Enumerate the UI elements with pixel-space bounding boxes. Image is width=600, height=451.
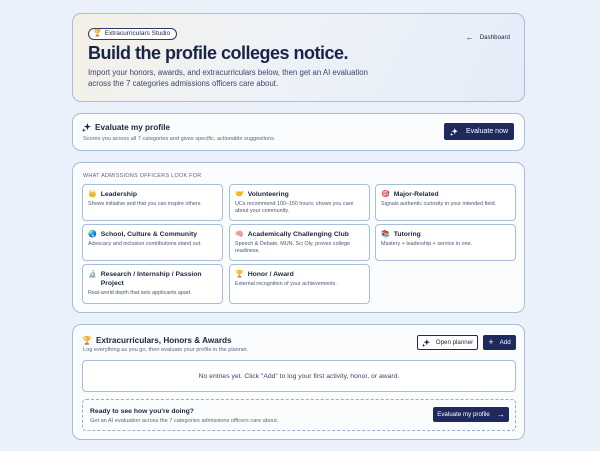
evaluate-card: Evaluate my profile Scores you across al…: [72, 113, 525, 151]
category-honor-award: 🏆 Honor / Award External recognition of y…: [229, 264, 370, 304]
category-desc: Advocacy and inclusion contributions sta…: [88, 241, 202, 247]
category-title: Honor / Award: [247, 271, 294, 278]
books-icon: 📚: [381, 231, 390, 238]
category-title: School, Culture & Community: [100, 231, 198, 238]
extracurriculars-title: 🏆 Extracurriculars, Honors & Awards: [82, 336, 232, 345]
add-label: Add: [499, 339, 511, 346]
categories-heading: WHAT ADMISSIONS OFFICERS LOOK FOR: [83, 173, 202, 179]
microscope-icon: 🔬: [88, 271, 97, 278]
category-title: Volunteering: [247, 191, 289, 198]
page-title: Build the profile colleges notice.: [88, 43, 349, 63]
evaluate-now-button[interactable]: Evaluate now: [444, 123, 514, 140]
category-desc: Mastery + leadership + service in one.: [381, 241, 473, 247]
trophy-icon: 🏆: [82, 336, 92, 345]
crown-icon: 👑: [88, 191, 97, 198]
dashboard-link[interactable]: ← Dashboard: [466, 30, 510, 44]
evaluate-my-profile-label: Evaluate my profile: [437, 411, 490, 418]
sparkle-icon: [449, 127, 458, 136]
trophy-icon: 🏆: [93, 30, 102, 37]
category-desc: Shows initiative and that you can inspir…: [88, 201, 202, 207]
category-leadership: 👑 Leadership Shows initiative and that yo…: [82, 184, 223, 221]
sparkle-icon: [82, 123, 91, 132]
extracurriculars-title-label: Extracurriculars, Honors & Awards: [95, 336, 232, 345]
category-title: Tutoring: [393, 231, 421, 238]
add-button[interactable]: + Add: [483, 335, 516, 350]
category-school-culture-community: 🌏 School, Culture & Community Advocacy an…: [82, 224, 223, 261]
category-volunteering: 🤝 Volunteering UCs recommend 100–150 hour…: [229, 184, 370, 221]
trophy-icon: 🏆: [235, 271, 244, 278]
extracurriculars-subtitle: Log everything as you go, then evaluate …: [83, 347, 249, 353]
open-planner-button[interactable]: Open planner: [417, 335, 478, 350]
sparkle-icon: [421, 338, 430, 347]
ready-banner: Ready to see how you're doing? Get an AI…: [82, 399, 516, 431]
empty-state: No entries yet. Click "Add" to log your …: [82, 360, 516, 392]
ready-subtitle: Get an AI evaluation across the 7 catego…: [90, 418, 279, 424]
open-planner-label: Open planner: [435, 339, 474, 346]
evaluate-my-profile-button[interactable]: Evaluate my profile →: [433, 407, 509, 422]
extracurriculars-card: 🏆 Extracurriculars, Honors & Awards Log …: [72, 324, 525, 440]
evaluate-subtitle: Scores you across all 7 categories and g…: [83, 136, 276, 142]
globe-icon: 🌏: [88, 231, 97, 238]
arrow-right-icon: →: [496, 410, 505, 419]
category-desc: External recognition of your achievement…: [235, 281, 337, 287]
category-academic-club: 🧠 Academically Challenging Club Speech & …: [229, 224, 370, 261]
category-title: Leadership: [100, 191, 137, 198]
empty-state-text: No entries yet. Click "Add" to log your …: [198, 372, 400, 380]
plus-icon: +: [488, 337, 494, 347]
ready-title: Ready to see how you're doing?: [90, 408, 194, 415]
category-research: 🔬 Research / Internship / Passion Project…: [82, 264, 223, 304]
evaluate-now-label: Evaluate now: [465, 128, 509, 135]
category-desc: Signals authentic curiosity in your inte…: [381, 201, 497, 207]
category-desc: Real-world depth that sets applicants ap…: [88, 290, 192, 296]
dashboard-label: Dashboard: [479, 33, 510, 41]
brain-icon: 🧠: [235, 231, 244, 238]
arrow-left-icon: ←: [465, 32, 474, 42]
handshake-icon: 🤝: [235, 191, 244, 198]
category-title: Research / Internship / Passion Project: [100, 271, 202, 287]
evaluate-title-label: Evaluate my profile: [95, 123, 171, 132]
category-major-related: 🎯 Major-Related Signals authentic curiosi…: [375, 184, 516, 221]
studio-badge-label: Extracurriculars Studio: [104, 30, 171, 37]
page-subtitle: Import your honors, awards, and extracur…: [88, 68, 368, 88]
studio-badge: 🏆 Extracurriculars Studio: [88, 28, 178, 40]
target-icon: 🎯: [381, 191, 390, 198]
category-title: Academically Challenging Club: [247, 231, 349, 238]
hero-card: 🏆 Extracurriculars Studio Build the prof…: [72, 13, 525, 102]
category-tutoring: 📚 Tutoring Mastery + leadership + service…: [375, 224, 516, 261]
categories-card: WHAT ADMISSIONS OFFICERS LOOK FOR 👑 Leade…: [72, 162, 525, 313]
evaluate-title: Evaluate my profile: [82, 123, 170, 132]
category-desc: UCs recommend 100–150 hours; shows you c…: [235, 201, 354, 214]
category-title: Major-Related: [393, 191, 439, 198]
category-desc: Speech & Debate, MUN, Sci Oly, proves co…: [235, 241, 350, 254]
